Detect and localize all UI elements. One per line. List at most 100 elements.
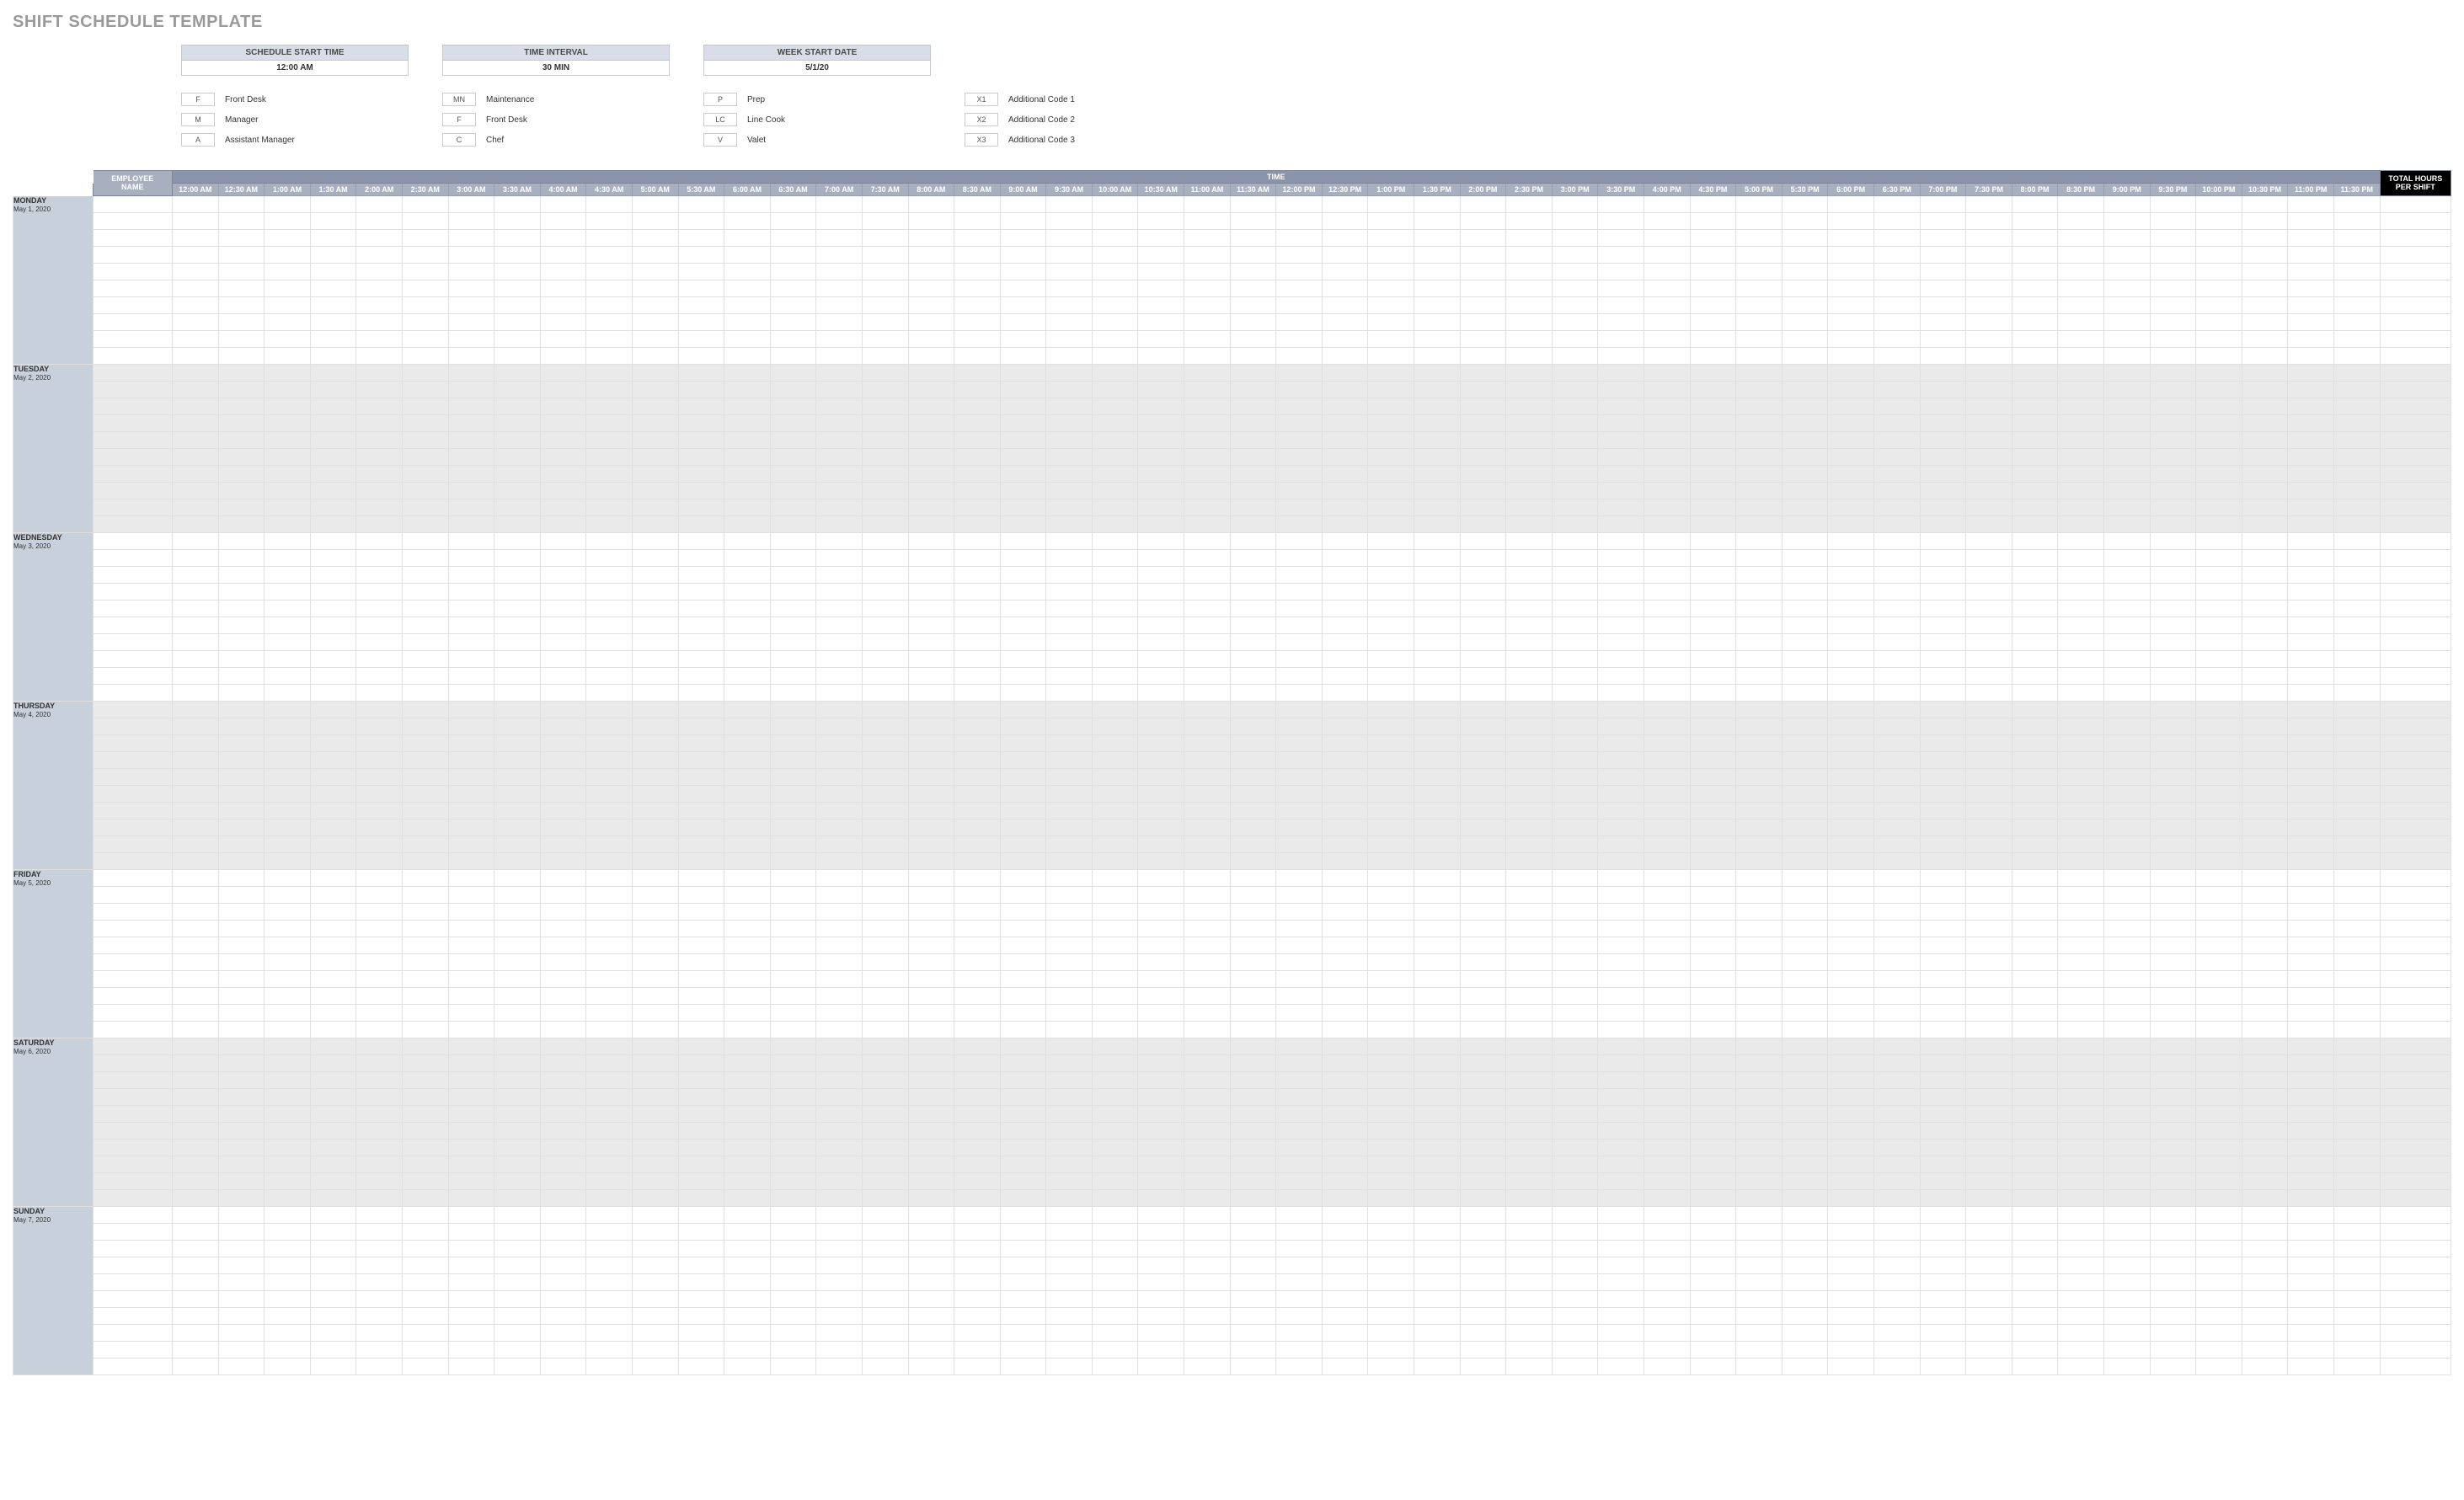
shift-cell[interactable] xyxy=(2196,516,2242,533)
shift-cell[interactable] xyxy=(1184,247,1231,264)
shift-cell[interactable] xyxy=(2150,432,2196,449)
shift-cell[interactable] xyxy=(1230,1342,1276,1359)
shift-cell[interactable] xyxy=(1138,213,1184,230)
shift-cell[interactable] xyxy=(770,1038,816,1055)
shift-cell[interactable] xyxy=(2103,196,2150,213)
shift-cell[interactable] xyxy=(1598,718,1644,735)
shift-cell[interactable] xyxy=(448,752,494,769)
shift-cell[interactable] xyxy=(265,1038,311,1055)
shift-cell[interactable] xyxy=(1920,937,1966,954)
shift-cell[interactable] xyxy=(1782,651,1828,668)
shift-cell[interactable] xyxy=(1690,1359,1736,1375)
shift-cell[interactable] xyxy=(2242,1190,2288,1207)
shift-cell[interactable] xyxy=(586,415,633,432)
shift-cell[interactable] xyxy=(1552,1173,1598,1190)
shift-cell[interactable] xyxy=(1920,230,1966,247)
shift-cell[interactable] xyxy=(816,567,863,584)
shift-cell[interactable] xyxy=(678,971,724,988)
shift-cell[interactable] xyxy=(1414,617,1461,634)
shift-cell[interactable] xyxy=(1966,1173,2012,1190)
shift-cell[interactable] xyxy=(1046,651,1093,668)
shift-cell[interactable] xyxy=(586,1342,633,1359)
shift-cell[interactable] xyxy=(1046,280,1093,297)
shift-cell[interactable] xyxy=(2012,1156,2058,1173)
shift-cell[interactable] xyxy=(2333,230,2380,247)
shift-cell[interactable] xyxy=(1092,1123,1138,1140)
shift-cell[interactable] xyxy=(1460,331,1506,348)
shift-cell[interactable] xyxy=(1966,786,2012,803)
shift-cell[interactable] xyxy=(586,870,633,887)
shift-cell[interactable] xyxy=(356,601,403,617)
shift-cell[interactable] xyxy=(1184,1207,1231,1224)
shift-cell[interactable] xyxy=(1414,348,1461,365)
shift-cell[interactable] xyxy=(218,887,265,904)
shift-cell[interactable] xyxy=(2058,1005,2104,1022)
shift-cell[interactable] xyxy=(586,365,633,382)
shift-cell[interactable] xyxy=(2242,533,2288,550)
shift-cell[interactable] xyxy=(1506,1274,1553,1291)
shift-cell[interactable] xyxy=(2242,1325,2288,1342)
shift-cell[interactable] xyxy=(218,1038,265,1055)
shift-cell[interactable] xyxy=(1644,466,1691,483)
shift-cell[interactable] xyxy=(862,533,908,550)
shift-cell[interactable] xyxy=(1000,213,1046,230)
shift-cell[interactable] xyxy=(1184,617,1231,634)
shift-cell[interactable] xyxy=(1782,466,1828,483)
shift-cell[interactable] xyxy=(356,516,403,533)
shift-cell[interactable] xyxy=(770,1106,816,1123)
shift-cell[interactable] xyxy=(678,1241,724,1257)
shift-cell[interactable] xyxy=(1552,1325,1598,1342)
shift-cell[interactable] xyxy=(678,921,724,937)
shift-cell[interactable] xyxy=(954,971,1001,988)
shift-cell[interactable] xyxy=(908,601,954,617)
shift-cell[interactable] xyxy=(1460,247,1506,264)
shift-cell[interactable] xyxy=(2103,297,2150,314)
shift-cell[interactable] xyxy=(1368,466,1414,483)
shift-cell[interactable] xyxy=(2058,1308,2104,1325)
shift-cell[interactable] xyxy=(1092,264,1138,280)
shift-cell[interactable] xyxy=(2103,1325,2150,1342)
shift-cell[interactable] xyxy=(724,668,771,685)
shift-cell[interactable] xyxy=(678,1022,724,1038)
shift-cell[interactable] xyxy=(2012,1005,2058,1022)
shift-cell[interactable] xyxy=(1690,1241,1736,1257)
shift-cell[interactable] xyxy=(1506,853,1553,870)
shift-cell[interactable] xyxy=(1000,1005,1046,1022)
shift-cell[interactable] xyxy=(1184,1156,1231,1173)
shift-cell[interactable] xyxy=(1138,651,1184,668)
shift-cell[interactable] xyxy=(448,1072,494,1089)
shift-cell[interactable] xyxy=(1368,1140,1414,1156)
employee-name-cell[interactable] xyxy=(93,685,173,702)
shift-cell[interactable] xyxy=(678,365,724,382)
shift-cell[interactable] xyxy=(1873,1140,1920,1156)
shift-cell[interactable] xyxy=(1782,1257,1828,1274)
shift-cell[interactable] xyxy=(1184,954,1231,971)
shift-cell[interactable] xyxy=(1138,1022,1184,1038)
shift-cell[interactable] xyxy=(173,314,219,331)
shift-cell[interactable] xyxy=(1966,1123,2012,1140)
shift-cell[interactable] xyxy=(1092,887,1138,904)
shift-cell[interactable] xyxy=(1598,702,1644,718)
shift-cell[interactable] xyxy=(908,499,954,516)
shift-cell[interactable] xyxy=(540,483,586,499)
shift-cell[interactable] xyxy=(1552,1224,1598,1241)
shift-cell[interactable] xyxy=(954,213,1001,230)
shift-cell[interactable] xyxy=(862,1359,908,1375)
shift-cell[interactable] xyxy=(1644,365,1691,382)
shift-cell[interactable] xyxy=(1552,516,1598,533)
shift-cell[interactable] xyxy=(356,1359,403,1375)
shift-cell[interactable] xyxy=(724,1241,771,1257)
shift-cell[interactable] xyxy=(265,735,311,752)
shift-cell[interactable] xyxy=(1782,264,1828,280)
shift-cell[interactable] xyxy=(1966,516,2012,533)
shift-cell[interactable] xyxy=(1782,483,1828,499)
shift-cell[interactable] xyxy=(632,247,678,264)
shift-cell[interactable] xyxy=(586,769,633,786)
shift-cell[interactable] xyxy=(632,1072,678,1089)
shift-cell[interactable] xyxy=(954,1224,1001,1241)
shift-cell[interactable] xyxy=(586,516,633,533)
shift-cell[interactable] xyxy=(1092,483,1138,499)
shift-cell[interactable] xyxy=(908,516,954,533)
shift-cell[interactable] xyxy=(1276,213,1323,230)
shift-cell[interactable] xyxy=(1276,1072,1323,1089)
